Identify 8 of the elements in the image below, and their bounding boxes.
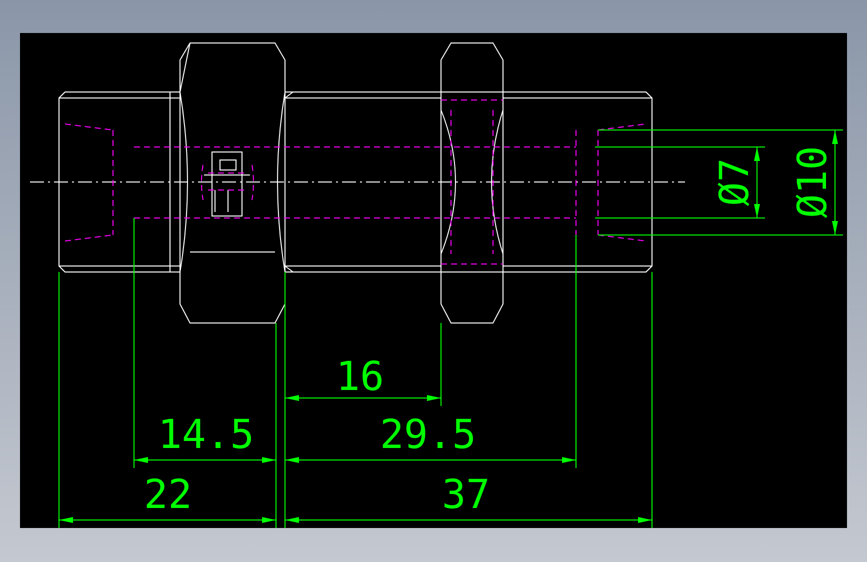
- dimension-line: [754, 146, 760, 218]
- dimension-text: 14.5: [158, 412, 254, 458]
- dimension-text: 22: [144, 472, 192, 518]
- dimension-text: Ø7: [712, 158, 758, 206]
- dimension-text: Ø10: [790, 146, 836, 218]
- dimension-text: 29.5: [380, 412, 476, 458]
- dimension-text: 37: [442, 472, 490, 518]
- dimension-text: 16: [336, 354, 384, 400]
